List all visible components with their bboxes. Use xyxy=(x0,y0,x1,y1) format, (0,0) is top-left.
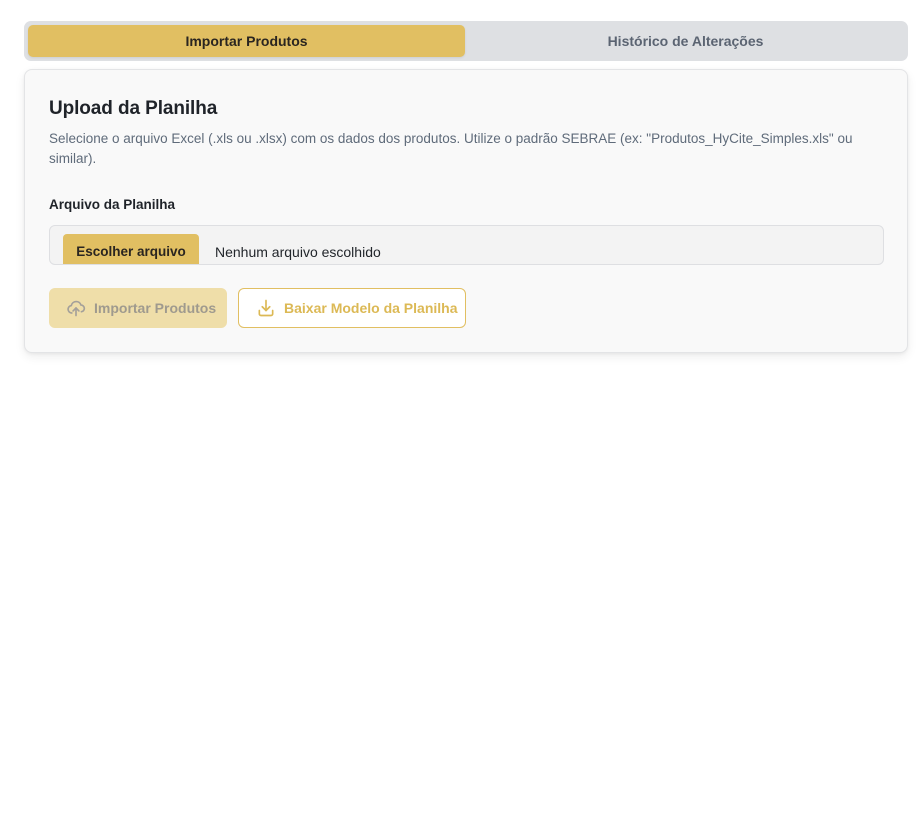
download-icon xyxy=(256,298,276,318)
file-field-label: Arquivo da Planilha xyxy=(49,197,176,212)
tab-historico-alteracoes[interactable]: Histórico de Alterações xyxy=(467,25,904,57)
page: Importar Produtos Histórico de Alteraçõe… xyxy=(0,0,920,822)
download-template-button[interactable]: Baixar Modelo da Planilha xyxy=(238,288,466,328)
card-title: Upload da Planilha xyxy=(49,98,218,119)
import-products-button[interactable]: Importar Produtos xyxy=(49,288,227,328)
cloud-upload-icon xyxy=(66,298,86,318)
choose-file-button[interactable]: Escolher arquivo xyxy=(63,234,199,264)
file-status-text: Nenhum arquivo escolhido xyxy=(215,244,381,260)
download-template-label: Baixar Modelo da Planilha xyxy=(284,300,458,316)
file-input[interactable]: Escolher arquivo Nenhum arquivo escolhid… xyxy=(49,225,884,265)
card-description: Selecione o arquivo Excel (.xls ou .xlsx… xyxy=(49,131,853,166)
tab-bar: Importar Produtos Histórico de Alteraçõe… xyxy=(24,21,908,61)
tab-importar-produtos[interactable]: Importar Produtos xyxy=(28,25,465,57)
import-products-label: Importar Produtos xyxy=(94,300,217,316)
upload-card: Upload da Planilha Selecione o arquivo E… xyxy=(24,69,908,353)
